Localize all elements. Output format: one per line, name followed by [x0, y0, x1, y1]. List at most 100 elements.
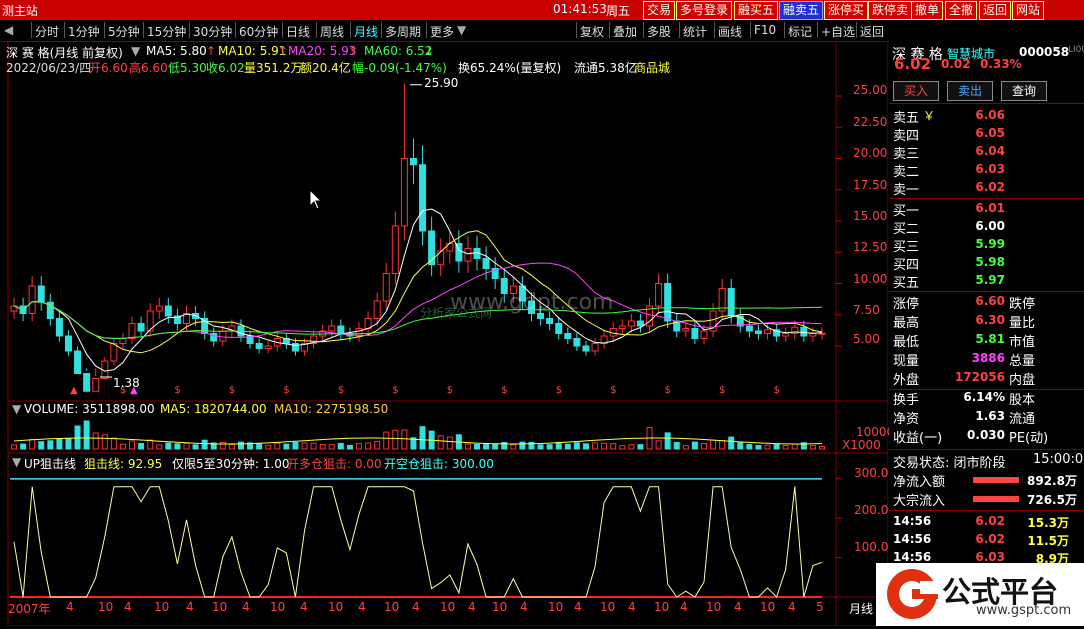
- volume-bar: [700, 443, 707, 450]
- big-inflow-value: 726.5万: [1027, 493, 1077, 507]
- stat-label: 股本: [1009, 393, 1036, 408]
- candle-body: [264, 345, 272, 349]
- period-tab[interactable]: 更多: [430, 23, 454, 40]
- toolbar-button[interactable]: 统计: [683, 23, 707, 40]
- info-chg: 幅-0.09(-1.47%): [352, 61, 447, 75]
- period-tab[interactable]: 30分钟: [193, 23, 232, 40]
- indicator-tick-label: 100.0: [854, 540, 889, 554]
- title-button[interactable]: 撤单: [911, 1, 944, 20]
- title-button[interactable]: 融买五: [734, 1, 779, 20]
- candle-body: [655, 283, 663, 307]
- stat-value: 3886: [971, 351, 1005, 365]
- period-tab[interactable]: 月线: [354, 23, 378, 40]
- time-tick-label: 10: [492, 600, 508, 614]
- buy-button[interactable]: 买入: [893, 81, 939, 101]
- period-tab[interactable]: 周线: [320, 23, 344, 40]
- candle-body: [618, 325, 626, 329]
- volume-bar: [65, 437, 72, 450]
- info-low: 低5.30: [168, 61, 207, 75]
- title-button[interactable]: 网站: [1012, 1, 1045, 20]
- title-bar: 测主站 01:41:53 周五 交易 多号登录 融买五 融卖五 涨停买 跌停卖 撤单 全撤 返回…: [0, 0, 1084, 20]
- indicator-tick-label: 200.0: [854, 503, 889, 517]
- toolbar-button[interactable]: 复权: [580, 23, 604, 40]
- volume-bar: [274, 442, 281, 450]
- stat-label: 最低: [893, 335, 920, 350]
- candle-body: [219, 330, 227, 342]
- query-button[interactable]: 查询: [1001, 81, 1047, 101]
- volume-bar: [92, 432, 99, 450]
- period-tab[interactable]: 分时: [35, 23, 59, 40]
- period-tab[interactable]: 5分钟: [108, 23, 140, 40]
- tick-price: 6.02: [975, 532, 1005, 546]
- volume-bar: [737, 442, 744, 450]
- signal-marker: $: [665, 385, 671, 396]
- time-tick-label: 5: [816, 600, 824, 614]
- toolbar-button[interactable]: F10: [754, 23, 776, 37]
- ma-toggle-icon[interactable]: ▼: [131, 44, 140, 58]
- title-button[interactable]: 跌停卖: [868, 1, 913, 20]
- period-tab[interactable]: 多周期: [385, 23, 421, 40]
- title-button[interactable]: 交易: [643, 1, 676, 20]
- volume-bar: [664, 432, 671, 450]
- bid-label: 买五: [893, 276, 920, 291]
- time-tick-label: 4: [186, 600, 194, 614]
- volume-bar: [29, 438, 36, 450]
- stat-label: 跌停: [1009, 297, 1036, 312]
- volume-bar: [791, 443, 798, 450]
- info-date: 2022/06/23/四: [6, 61, 92, 75]
- indicator-open-short: 开空仓狙击: 300.00: [384, 457, 494, 471]
- toolbar-button[interactable]: 返回: [860, 23, 884, 40]
- volume-bar: [47, 440, 54, 450]
- big-inflow-bar: [973, 496, 1019, 502]
- stat-label: 市值: [1009, 335, 1036, 350]
- high-annotation: 25.90: [424, 76, 459, 90]
- toolbar-button[interactable]: +自选: [821, 23, 855, 40]
- candle-body: [691, 328, 699, 339]
- ask-price: 6.02: [975, 180, 1005, 194]
- volume-bar: [183, 442, 190, 450]
- time-tick-label: 4: [124, 600, 132, 614]
- volume-bar: [773, 443, 780, 450]
- time-tick-label: 4: [734, 600, 742, 614]
- chevron-left-icon[interactable]: ◀: [4, 23, 13, 37]
- yen-icon: ￥: [923, 109, 936, 123]
- signal-marker: $: [174, 385, 180, 396]
- title-button[interactable]: 涨停买: [824, 1, 869, 20]
- toolbar-button[interactable]: 标记: [788, 23, 812, 40]
- volume-bar: [219, 441, 226, 450]
- chevron-down-icon[interactable]: ▼: [457, 23, 466, 37]
- price-change: 0.02: [941, 57, 971, 71]
- info-close: 收6.02: [206, 61, 245, 75]
- sell-button[interactable]: 卖出: [947, 81, 993, 101]
- volume-bar: [564, 443, 571, 450]
- volume-bar: [446, 436, 453, 450]
- toolbar-button[interactable]: 叠加: [613, 23, 637, 40]
- price-pct: 0.33%: [980, 57, 1022, 71]
- trade-state: 交易状态: 闭市阶段: [893, 456, 1006, 471]
- period-tab[interactable]: 日线: [286, 23, 310, 40]
- period-tab[interactable]: 1分钟: [68, 23, 100, 40]
- time-tick-label: 10: [440, 600, 456, 614]
- title-button[interactable]: 多号登录: [676, 1, 733, 20]
- ind-toggle-icon[interactable]: ▼: [12, 455, 21, 469]
- candle-body: [373, 300, 381, 319]
- signal-marker: $: [501, 385, 507, 396]
- title-button[interactable]: 全撤: [945, 1, 978, 20]
- menu-divider: [381, 22, 382, 38]
- toolbar-button[interactable]: 画线: [718, 23, 742, 40]
- period-tab[interactable]: 15分钟: [147, 23, 186, 40]
- title-button[interactable]: 返回: [979, 1, 1012, 20]
- toolbar-button[interactable]: 多股: [647, 23, 671, 40]
- time-tick-label: 10: [706, 600, 722, 614]
- kline-chart[interactable]: $ $ $ $ $ $ $ $ $ $ $ $ $▲ ▲: [0, 41, 888, 626]
- candle-body: [137, 323, 145, 332]
- volume-bar: [510, 444, 517, 450]
- vol-toggle-icon[interactable]: ▼: [12, 402, 21, 416]
- title-button[interactable]: 融卖五: [779, 1, 824, 20]
- app-title: 测主站: [2, 4, 39, 18]
- tick-price: 6.03: [975, 550, 1005, 564]
- li-label: LI000: [1068, 45, 1084, 55]
- volume-bar: [401, 429, 408, 450]
- period-tab[interactable]: 60分钟: [239, 23, 278, 40]
- ask-price: 6.04: [975, 144, 1005, 158]
